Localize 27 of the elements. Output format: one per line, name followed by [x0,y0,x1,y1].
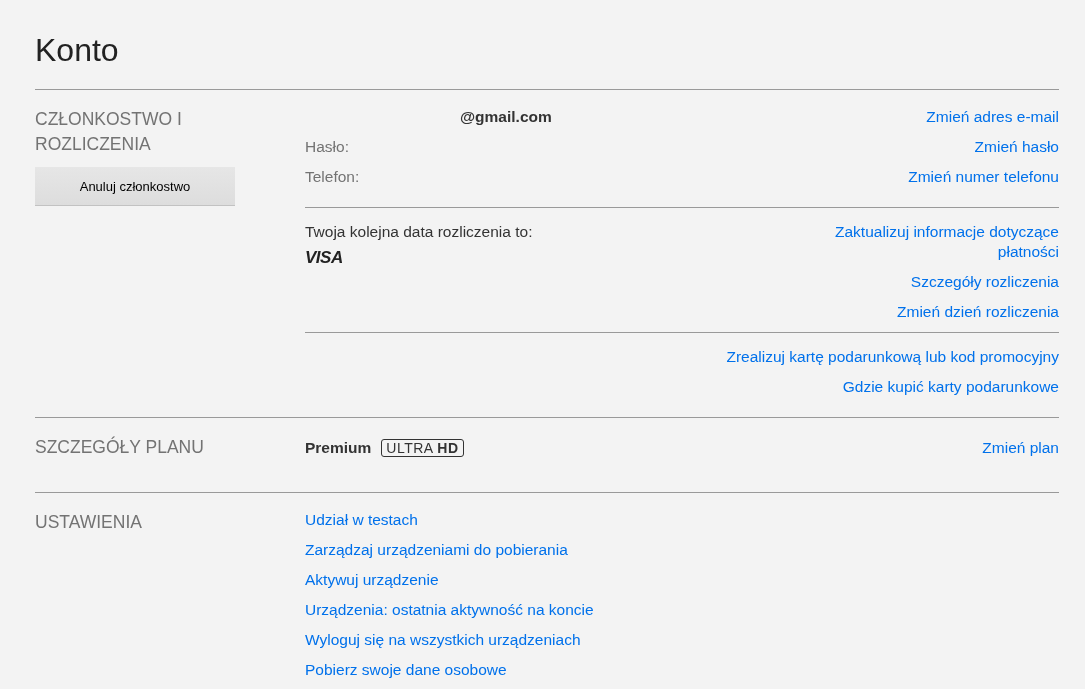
gift-card-link[interactable]: Gdzie kupić karty podarunkowe [842,377,1059,397]
gift-card-link[interactable]: Zrealizuj kartę podarunkową lub kod promocyjny [726,347,1059,367]
settings-link[interactable]: Aktywuj urządzenie [305,570,439,590]
settings-link[interactable]: Wyloguj się na wszystkich urządzeniach [305,630,581,650]
section-heading: USTAWIENIA [35,511,143,534]
change-plan-link[interactable]: Zmień plan [982,437,1059,458]
billing-link[interactable]: Zaktualizuj informacje dotyczące płatności [814,222,1059,262]
cancel-membership-button[interactable]: Anuluj członkostwo [35,167,235,205]
settings-link[interactable]: Pobierz swoje dane osobowe [305,660,507,680]
plan-name: Premium [305,438,372,457]
billing-link[interactable]: Zmień dzień rozliczenia [897,302,1059,322]
email-value: @gmail.com [459,107,552,127]
settings-link[interactable]: Udział w testach [305,510,418,530]
settings-link[interactable]: Zarządzaj urządzeniami do pobierania [305,540,568,560]
page-title: Konto [35,32,120,69]
settings-link[interactable]: Urządzenia: ostatnia aktywność na koncie [305,600,594,620]
field-label: Telefon: [305,167,360,187]
ultra-hd-badge: ULTRA HD [381,438,464,457]
billing-date-text: Twoja kolejna data rozliczenia to: [305,222,533,242]
section-heading: CZŁONKOSTWO I ROZLICZENIA [35,108,183,156]
field-label: Hasło: [305,137,349,157]
change-link[interactable]: Zmień adres e-mail [926,107,1059,127]
section-heading: SZCZEGÓŁY PLANU [35,435,205,459]
card-brand-label: VISA [305,248,343,268]
change-link[interactable]: Zmień numer telefonu [908,167,1059,187]
billing-link[interactable]: Szczegóły rozliczenia [910,272,1059,292]
change-link[interactable]: Zmień hasło [974,137,1059,157]
